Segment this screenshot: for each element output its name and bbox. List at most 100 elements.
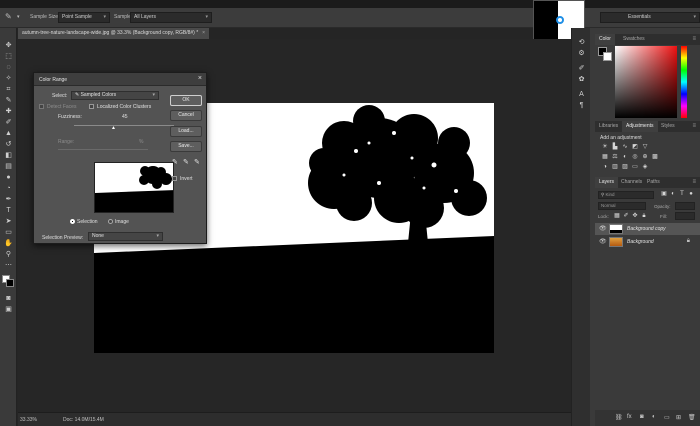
- visibility-eye-icon[interactable]: 👁︎: [599, 238, 607, 245]
- link-layers-icon[interactable]: ⛓: [615, 414, 623, 421]
- lock-paint-icon[interactable]: ✐: [622, 213, 630, 220]
- healing-icon[interactable]: ✚: [3, 107, 14, 116]
- exposure-icon[interactable]: ◩: [631, 144, 639, 151]
- lock-transparent-icon[interactable]: ▦: [613, 213, 621, 220]
- zoom-readout[interactable]: 33.33%: [20, 417, 37, 423]
- layer-kind-filter[interactable]: ⚲ Kind: [598, 191, 654, 199]
- color-lookup-icon[interactable]: ▩: [651, 154, 659, 161]
- threshold-icon[interactable]: ▨: [621, 164, 629, 171]
- paragraph-icon[interactable]: ¶: [576, 101, 587, 110]
- panel-color-swatches[interactable]: [598, 47, 612, 61]
- brightness-icon[interactable]: ☀: [601, 144, 609, 151]
- sample-size-select[interactable]: Point Sample ▾: [58, 12, 110, 23]
- save-button[interactable]: Save...: [170, 141, 202, 152]
- tab-layers[interactable]: Layers: [595, 177, 619, 188]
- lasso-icon[interactable]: ◌: [3, 63, 14, 72]
- zoom-icon[interactable]: ⚲: [3, 250, 14, 259]
- properties-icon[interactable]: ⚙: [576, 49, 587, 58]
- layer-row[interactable]: 👁︎ Background copy: [595, 223, 700, 235]
- dodge-icon[interactable]: ◔: [3, 184, 14, 193]
- selection-preview-thumbnail[interactable]: [94, 162, 174, 213]
- type-icon[interactable]: T: [3, 206, 14, 215]
- quick-mask-icon[interactable]: ◙: [3, 294, 14, 303]
- document-tab[interactable]: autumn-tree-nature-landscape-wide.jpg @ …: [18, 28, 209, 39]
- detect-faces-checkbox[interactable]: [39, 104, 44, 109]
- hue-saturation-icon[interactable]: ▦: [601, 154, 609, 161]
- opacity-field[interactable]: [675, 202, 695, 210]
- tab-paths[interactable]: Paths: [643, 177, 664, 188]
- tab-channels[interactable]: Channels: [617, 177, 646, 188]
- color-picker-field[interactable]: [615, 46, 677, 118]
- sample-select[interactable]: All Layers ▾: [130, 12, 212, 23]
- view-selection-radio[interactable]: [70, 219, 75, 224]
- fuzziness-slider[interactable]: [74, 125, 174, 126]
- new-adjustment-icon[interactable]: ◐: [652, 414, 656, 420]
- vibrance-icon[interactable]: ▽: [641, 144, 649, 151]
- dialog-titlebar[interactable]: Color Range ×: [34, 73, 206, 86]
- hand-icon[interactable]: ✋: [3, 239, 14, 248]
- levels-icon[interactable]: ▙: [611, 144, 619, 151]
- eyedropper-icon[interactable]: ✎: [172, 158, 178, 166]
- eraser-icon[interactable]: ◧: [3, 151, 14, 160]
- cancel-button[interactable]: Cancel: [170, 110, 202, 121]
- filter-type-icon[interactable]: T: [678, 191, 686, 198]
- selective-color-icon[interactable]: ◈: [641, 164, 649, 171]
- gradient-map-icon[interactable]: ▭: [631, 164, 639, 171]
- channel-mixer-icon[interactable]: ⊕: [641, 154, 649, 161]
- panel-menu-icon[interactable]: ≡: [692, 121, 696, 132]
- black-white-icon[interactable]: ◐: [621, 154, 629, 161]
- new-group-icon[interactable]: ▭: [664, 414, 670, 421]
- selection-preview-select[interactable]: None ▾: [88, 232, 163, 241]
- close-icon[interactable]: ×: [198, 75, 202, 82]
- hue-slider[interactable]: [681, 46, 687, 118]
- gradient-icon[interactable]: ▤: [3, 162, 14, 171]
- panel-menu-icon[interactable]: ≡: [692, 177, 696, 188]
- new-layer-icon[interactable]: ⊞: [676, 414, 681, 421]
- blur-icon[interactable]: ●: [3, 173, 14, 182]
- layer-name[interactable]: Background: [627, 239, 654, 245]
- filter-adjustment-icon[interactable]: ◐: [669, 191, 677, 198]
- view-image-radio[interactable]: [108, 219, 113, 224]
- tab-styles[interactable]: Styles: [657, 121, 679, 132]
- background-color-swatch[interactable]: [6, 279, 14, 287]
- close-icon[interactable]: ×: [202, 28, 205, 39]
- path-select-icon[interactable]: ➤: [3, 217, 14, 226]
- foreground-background-swatches[interactable]: [2, 275, 15, 288]
- brushes-icon[interactable]: ✿: [576, 75, 587, 84]
- ok-button[interactable]: OK: [170, 95, 202, 106]
- history-brush-icon[interactable]: ↺: [3, 140, 14, 149]
- fx-icon[interactable]: fx: [627, 414, 632, 420]
- filter-pixel-icon[interactable]: ▣: [660, 191, 668, 198]
- eyedropper-tool-icon[interactable]: ✎: [5, 12, 12, 21]
- tab-adjustments[interactable]: Adjustments: [622, 121, 658, 132]
- eyedropper-icon[interactable]: ✎: [3, 96, 14, 105]
- add-to-sample-icon[interactable]: ✎: [183, 158, 189, 166]
- visibility-eye-icon[interactable]: 👁︎: [599, 225, 607, 232]
- curves-icon[interactable]: ∿: [621, 144, 629, 151]
- add-mask-icon[interactable]: ◙: [640, 414, 644, 420]
- photo-filter-icon[interactable]: ◎: [631, 154, 639, 161]
- fuzziness-value[interactable]: 45: [122, 114, 128, 120]
- layer-name[interactable]: Background copy: [627, 226, 666, 232]
- localized-clusters-checkbox[interactable]: [89, 104, 94, 109]
- load-button[interactable]: Load...: [170, 126, 202, 137]
- shape-icon[interactable]: ▭: [3, 228, 14, 237]
- tab-color[interactable]: Color: [595, 34, 615, 45]
- brush-icon[interactable]: ✐: [3, 118, 14, 127]
- lock-position-icon[interactable]: ✥: [631, 213, 639, 220]
- fill-field[interactable]: [675, 212, 695, 220]
- select-dropdown[interactable]: ✎ Sampled Colors ▾: [71, 91, 159, 100]
- panel-menu-icon[interactable]: ≡: [692, 34, 696, 45]
- fuzziness-slider-thumb[interactable]: ▲: [111, 126, 116, 131]
- invert-adjustment-icon[interactable]: ◑: [601, 164, 609, 171]
- tab-swatches[interactable]: Swatches: [619, 34, 649, 45]
- lock-all-icon[interactable]: 🔒︎: [640, 213, 648, 220]
- history-icon[interactable]: ⟲: [576, 38, 587, 47]
- blend-mode-select[interactable]: Normal: [598, 202, 646, 210]
- pen-icon[interactable]: ✒: [3, 195, 14, 204]
- trash-icon[interactable]: 🗑︎: [688, 414, 696, 421]
- tool-preset-caret-icon[interactable]: ▾: [17, 14, 20, 20]
- layer-row[interactable]: 👁︎ Background 🔒︎: [595, 236, 700, 248]
- character-icon[interactable]: A: [576, 90, 587, 99]
- document-size[interactable]: Doc: 14.0M/15.4M: [63, 417, 104, 423]
